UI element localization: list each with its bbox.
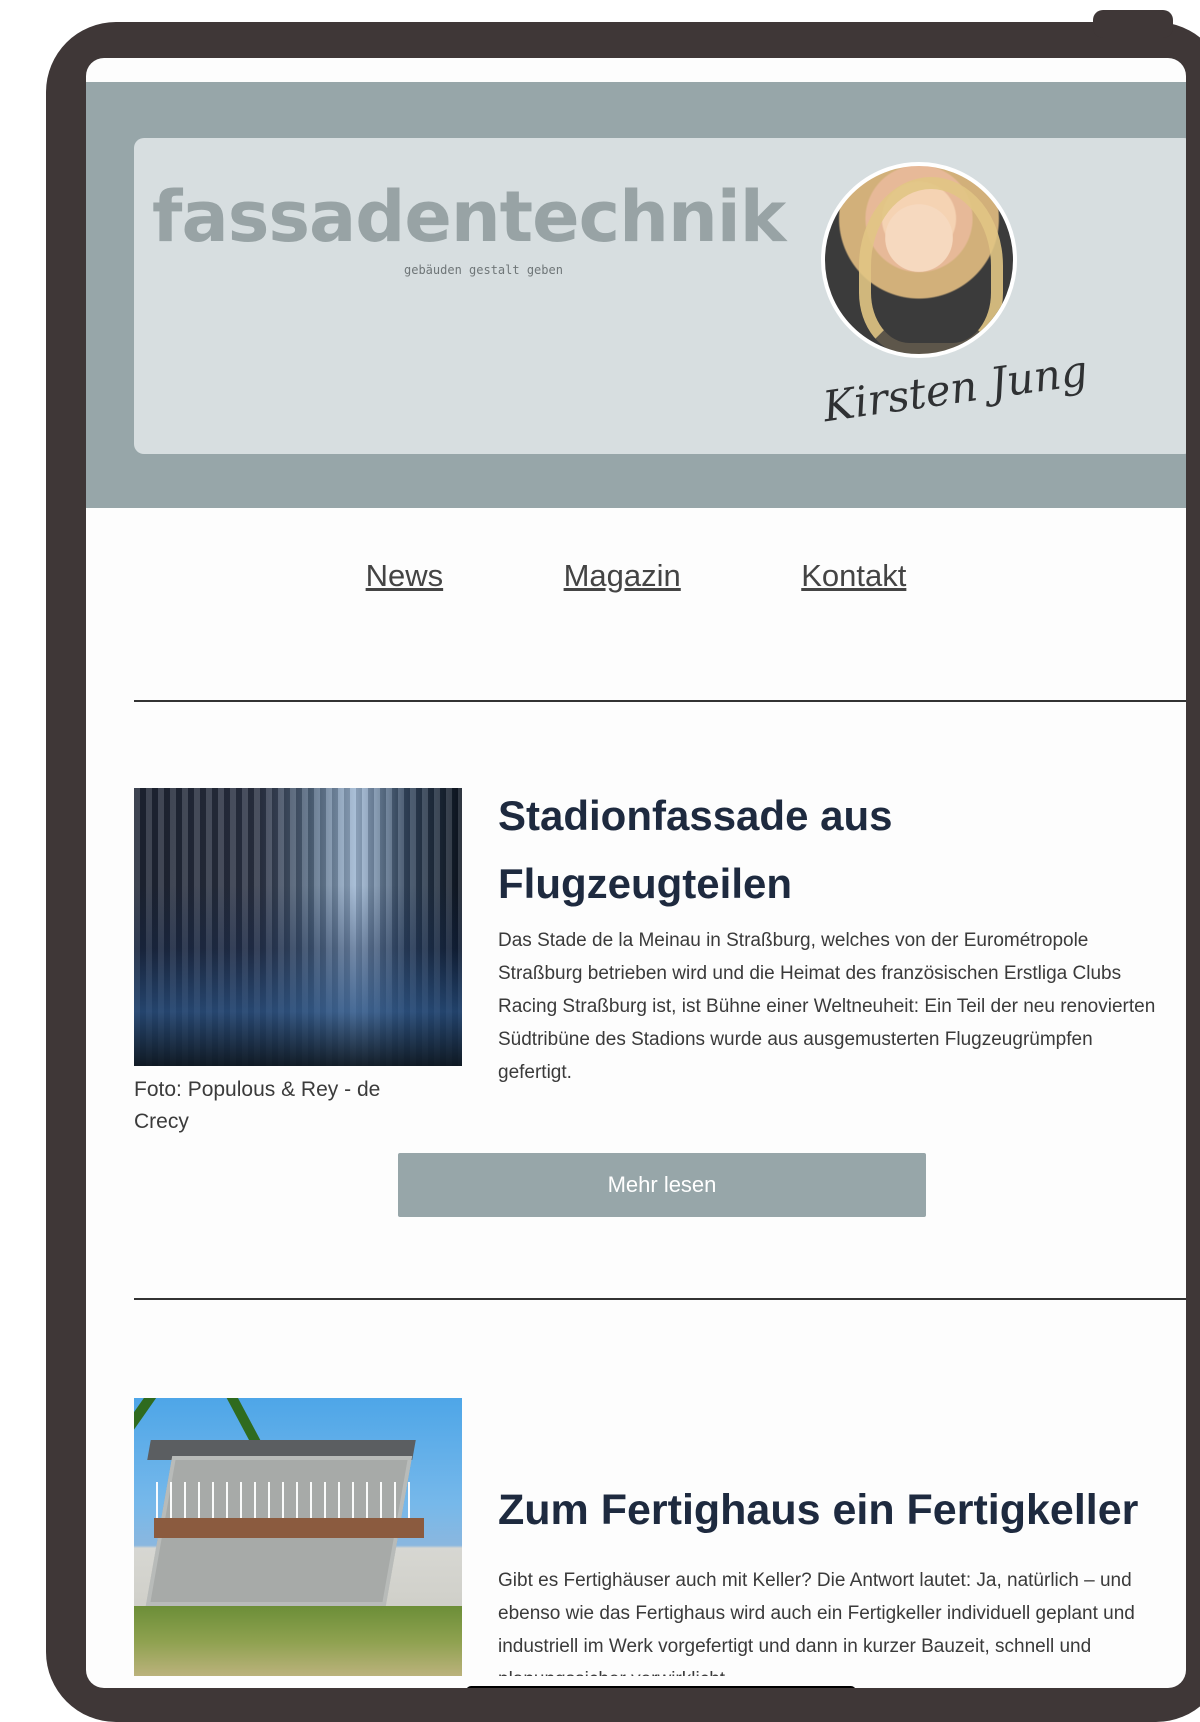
nav-kontakt-link[interactable]: Kontakt [801, 558, 906, 594]
device-side-button [1093, 10, 1173, 38]
balcony-wood-edge [154, 1518, 424, 1538]
balcony-rail [156, 1482, 416, 1518]
nav-magazin-link[interactable]: Magazin [564, 558, 681, 594]
author-avatar [821, 162, 1017, 358]
article-title-line-1: Stadionfassade aus [498, 792, 893, 839]
article-title-line-2: Flugzeugteilen [498, 860, 792, 907]
article-title: Stadionfassade aus Flugzeugteilen [498, 782, 1138, 918]
brand-logo: fassadentechnik [152, 176, 786, 258]
section-divider-2 [134, 1298, 1186, 1300]
image-caption: Foto: Populous & Rey - de Crecy [134, 1078, 381, 1133]
section-divider [134, 700, 1186, 702]
garden-ground [134, 1606, 462, 1676]
article-title-2: Zum Fertighaus ein Fertigkeller [498, 1486, 1139, 1534]
house-image [134, 1398, 462, 1676]
article-body-2: Gibt es Fertighäuser auch mit Keller? Di… [498, 1570, 1135, 1676]
palm-branch-left [134, 1398, 162, 1473]
read-more-button[interactable]: Mehr lesen [398, 1153, 926, 1217]
top-navigation: News Magazin Kontakt [86, 558, 1186, 594]
article-body: Das Stade de la Meinau in Straßburg, wel… [498, 930, 1156, 1083]
home-indicator[interactable] [466, 1686, 856, 1688]
email-screen: fassadentechnik gebäuden gestalt geben K… [86, 58, 1186, 1688]
stadium-night-glow [134, 885, 462, 1066]
brand-tagline: gebäuden gestalt geben [404, 263, 563, 277]
stadium-image [134, 788, 462, 1066]
nav-news-link[interactable]: News [366, 558, 444, 594]
